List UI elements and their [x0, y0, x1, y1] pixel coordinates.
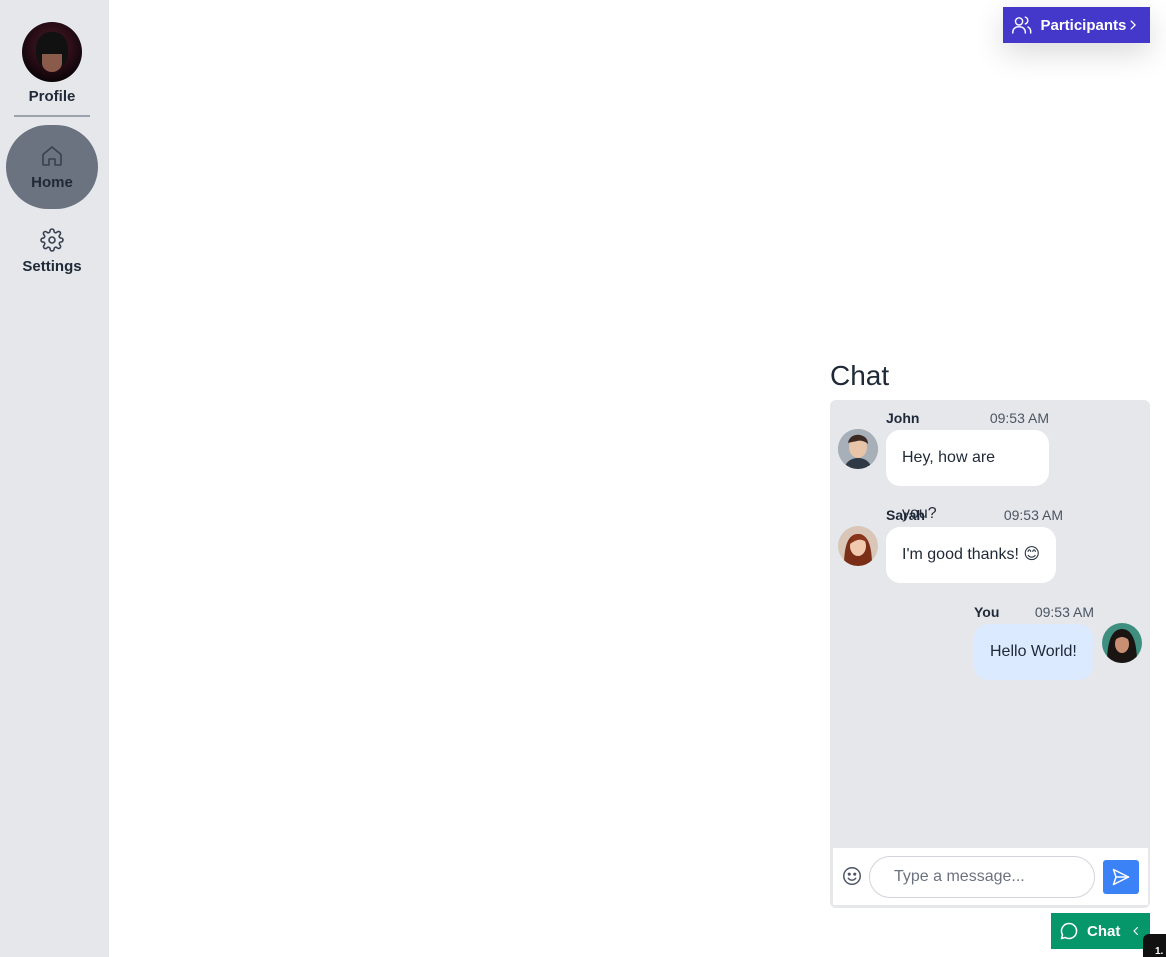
message-item: Sarah 09:53 AM I'm good thanks! 😊 — [886, 507, 1063, 583]
message-time: 09:53 AM — [989, 410, 1049, 426]
chevron-right-icon — [1130, 20, 1137, 30]
message-time: 09:53 AM — [1034, 604, 1094, 620]
gear-icon — [40, 227, 64, 252]
message-sender: You — [974, 604, 1000, 620]
profile-link[interactable]: Profile — [0, 22, 104, 105]
john-avatar — [838, 429, 878, 469]
profile-label: Profile — [28, 88, 76, 105]
message-bubble: Hello World! — [974, 624, 1093, 680]
message-composer — [833, 848, 1148, 905]
sidebar-item-settings[interactable]: Settings — [6, 209, 98, 293]
sidebar-item-label: Home — [31, 173, 73, 191]
participants-button[interactable]: Participants — [1003, 7, 1150, 43]
message-bubble: Hey, how are you? — [886, 430, 1049, 522]
home-icon — [42, 145, 62, 166]
chat-toggle-button[interactable]: Chat — [1051, 913, 1150, 949]
message-bubble: I'm good thanks! 😊 — [886, 527, 1057, 583]
message-sender: John — [886, 410, 920, 426]
sarah-avatar — [838, 526, 878, 566]
send-icon — [1112, 868, 1130, 886]
chevron-left-icon — [1133, 926, 1139, 936]
chat-toggle-label: Chat — [1087, 922, 1121, 940]
users-icon — [1012, 16, 1032, 34]
sidebar-divider — [14, 115, 90, 117]
chat-title: Chat — [830, 360, 890, 391]
message-item-own: You 09:53 AM Hello World! — [974, 604, 1094, 680]
chat-bubble-icon — [1060, 922, 1078, 940]
own-avatar — [1102, 623, 1142, 663]
message-input[interactable] — [869, 856, 1095, 898]
message-sender: Sarah — [886, 507, 925, 523]
sidebar: Profile Home Settings — [0, 0, 109, 957]
app-root: Profile Home Settings Participants Chat … — [0, 0, 1166, 957]
send-button[interactable] — [1103, 860, 1139, 894]
sidebar-item-label: Settings — [22, 257, 82, 275]
sidebar-item-home[interactable]: Home — [6, 125, 98, 209]
participants-label: Participants — [1040, 16, 1127, 34]
corner-badge: 1. — [1143, 934, 1166, 957]
emoji-icon[interactable] — [841, 865, 863, 887]
profile-avatar[interactable] — [22, 22, 82, 82]
message-time: 09:53 AM — [1003, 507, 1063, 523]
